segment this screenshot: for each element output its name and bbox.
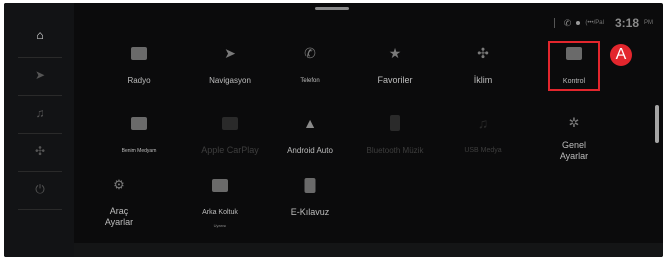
tile-benim-medyam[interactable]: Benim Medyam — [89, 113, 189, 169]
tile-label: Favoriler — [377, 75, 413, 85]
phone-icon: ✆ — [304, 44, 316, 61]
tile-label: Genel Ayarlar — [559, 140, 589, 161]
tile-iklim[interactable]: ✣ İklim — [433, 43, 533, 99]
home-icon[interactable]: ⌂ — [22, 21, 58, 49]
radio-icon — [131, 43, 147, 63]
bluetooth-music-icon — [390, 113, 400, 133]
navigation-icon[interactable]: ➤ — [22, 61, 58, 89]
tile-label: USB Medya — [464, 147, 502, 154]
car-settings-icon: ⚙ — [113, 177, 125, 192]
climate-icon[interactable]: ✣ — [22, 137, 58, 165]
pulldown-handle[interactable] — [315, 7, 349, 10]
tile-label: Araç Ayarlar — [104, 206, 134, 227]
status-bar: ✆ (•••/Pal 3:18 PM — [553, 16, 653, 30]
media-icon[interactable]: ♫ — [22, 99, 58, 127]
tile-arac-ayarlar[interactable]: ⚙ Araç Ayarlar — [69, 175, 169, 231]
sidebar: ⌂ ➤ ♫ ✣ ⏻ — [4, 3, 74, 257]
bottom-strip — [74, 243, 663, 257]
infotainment-screen: ⌂ ➤ ♫ ✣ ⏻ ✆ (•••/Pal 3:18 PM Radyo ➤ Nav… — [4, 3, 663, 257]
sidebar-divider — [18, 209, 62, 210]
tile-label: Radyo — [127, 76, 151, 85]
signal-dot-icon — [576, 21, 581, 25]
sidebar-divider — [18, 133, 62, 134]
tile-favoriler[interactable]: ★ Favoriler — [345, 43, 445, 99]
tile-label: Arka Koltuk — [202, 209, 238, 216]
scrollbar[interactable] — [655, 105, 659, 143]
sidebar-divider — [18, 57, 62, 58]
sidebar-divider — [18, 95, 62, 96]
highlight-box — [548, 41, 600, 91]
carplay-icon — [222, 113, 238, 133]
media-icon — [131, 113, 147, 133]
tile-arka-koltuk[interactable]: Arka Koltuk Uyarısı — [170, 175, 270, 231]
tile-usb-medya[interactable]: ♫ USB Medya — [433, 113, 533, 169]
power-icon[interactable]: ⏻ — [22, 175, 58, 203]
tile-e-kilavuz[interactable]: E-Kılavuz — [260, 175, 360, 231]
tile-label: Benim Medyam — [121, 148, 157, 154]
star-icon: ★ — [388, 44, 402, 61]
tile-sublabel: Uyarısı — [213, 223, 227, 228]
rear-seat-icon — [212, 175, 228, 195]
e-manual-icon — [304, 175, 316, 195]
usb-media-icon: ♫ — [477, 115, 489, 131]
tile-label: Bluetooth Müzik — [366, 146, 424, 155]
settings-gear-icon: ✲ — [568, 115, 580, 130]
status-separator — [553, 18, 555, 28]
clock-ampm: PM — [644, 20, 653, 26]
tile-label: E-Kılavuz — [290, 207, 330, 217]
tile-genel-ayarlar[interactable]: ✲ Genel Ayarlar — [524, 113, 624, 169]
tile-radyo[interactable]: Radyo — [89, 43, 189, 99]
tile-bluetooth-muzik[interactable]: Bluetooth Müzik — [345, 113, 445, 169]
tile-label: İklim — [473, 75, 493, 85]
navigation-icon: ➤ — [224, 44, 236, 61]
network-status: (•••/Pal — [585, 20, 604, 26]
android-auto-icon: ▲ — [303, 115, 317, 131]
fan-icon: ✣ — [477, 44, 489, 61]
sidebar-divider — [18, 171, 62, 172]
phone-status-icon: ✆ — [563, 17, 572, 28]
clock-time: 3:18 — [614, 16, 639, 30]
callout-badge: A — [610, 44, 632, 66]
